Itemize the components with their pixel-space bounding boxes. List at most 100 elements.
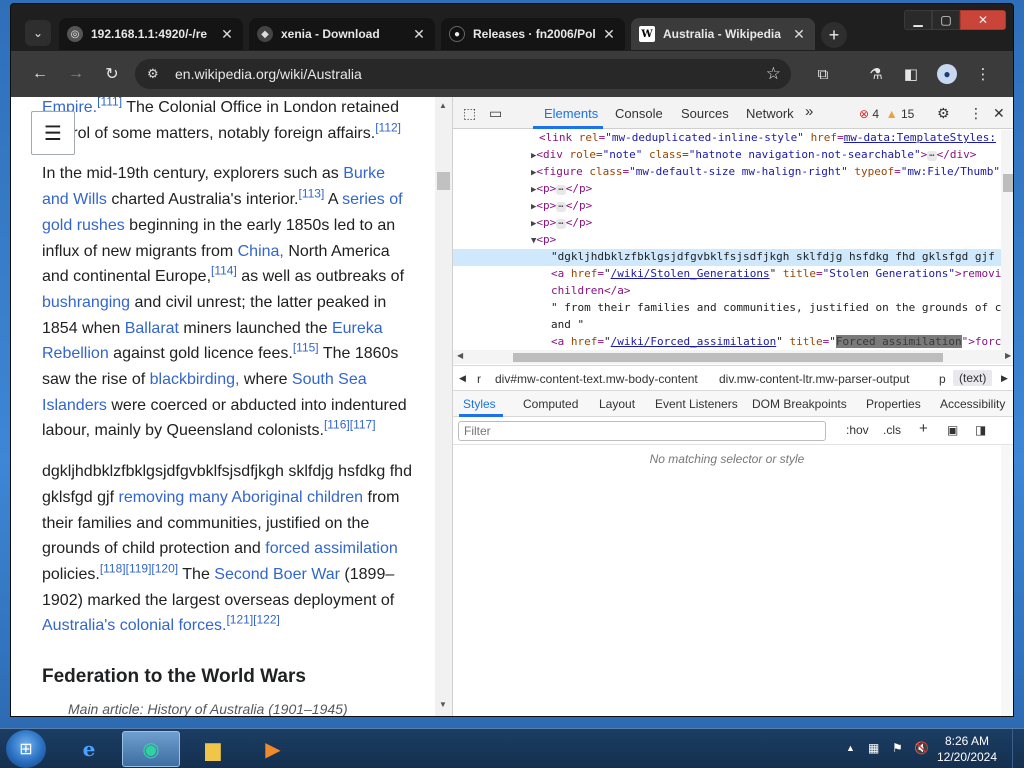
toggle-sidebar-icon[interactable]: ◨ bbox=[975, 423, 986, 437]
close-icon[interactable]: ✕ bbox=[601, 26, 617, 43]
show-desktop-button[interactable] bbox=[1012, 729, 1024, 768]
citation[interactable]: [116][117] bbox=[324, 418, 376, 432]
labs-flask-icon[interactable]: ⚗ bbox=[866, 64, 886, 84]
table-of-contents-button[interactable]: ☰ bbox=[31, 111, 75, 155]
breadcrumb-item[interactable]: div.mw-content-ltr.mw-parser-output bbox=[719, 372, 910, 386]
menu-kebab-icon[interactable]: ⋮ bbox=[973, 64, 993, 84]
settings-gear-icon[interactable]: ⚙ bbox=[937, 105, 950, 122]
bookmark-star-icon[interactable]: ☆ bbox=[766, 64, 781, 84]
paint-brush-icon[interactable]: ▣ bbox=[947, 423, 958, 437]
dom-node-expanded[interactable]: ▼<p> bbox=[531, 232, 1001, 250]
taskbar-media-player[interactable]: ▶ bbox=[244, 731, 302, 767]
close-icon[interactable]: ✕ bbox=[219, 26, 235, 43]
link-colonial-forces[interactable]: Australia's colonial forces. bbox=[42, 617, 226, 634]
dom-node[interactable]: ▶<p> ⋯ </p> bbox=[531, 215, 1001, 233]
subtab-layout[interactable]: Layout bbox=[599, 397, 635, 411]
page-scrollbar[interactable]: ▲ ▼ bbox=[435, 97, 452, 716]
network-icon[interactable]: ▦ bbox=[868, 741, 879, 755]
tab-xenia[interactable]: ◆ xenia - Download ✕ bbox=[249, 18, 435, 50]
url-text[interactable]: en.wikipedia.org/wiki/Australia bbox=[175, 66, 362, 82]
subtab-dom-breakpoints[interactable]: DOM Breakpoints bbox=[752, 397, 847, 411]
link-bushranging[interactable]: bushranging bbox=[42, 294, 130, 311]
subtab-event-listeners[interactable]: Event Listeners bbox=[655, 397, 738, 411]
scrollbar-thumb[interactable] bbox=[437, 172, 450, 190]
tab-sources[interactable]: Sources bbox=[681, 106, 729, 121]
subtab-computed[interactable]: Computed bbox=[523, 397, 578, 411]
system-clock[interactable]: 8:26 AM 12/20/2024 bbox=[932, 733, 1002, 765]
citation[interactable]: [115] bbox=[293, 341, 319, 355]
link-second-boer-war[interactable]: Second Boer War bbox=[214, 566, 340, 583]
citation[interactable]: [121][122] bbox=[226, 613, 279, 627]
scroll-up-icon[interactable]: ▲ bbox=[439, 101, 447, 110]
tab-console[interactable]: Console bbox=[615, 106, 663, 121]
tab-elements[interactable]: Elements bbox=[544, 106, 598, 121]
dom-node[interactable]: <a href="/wiki/Forced_assimilation" titl… bbox=[551, 334, 1001, 350]
scroll-right-icon[interactable]: ▶ bbox=[1005, 351, 1011, 360]
close-devtools-icon[interactable]: ✕ bbox=[993, 105, 1005, 122]
link-blackbirding[interactable]: blackbirding, bbox=[150, 371, 240, 388]
new-tab-button[interactable]: + bbox=[821, 22, 847, 48]
taskbar-browser[interactable]: ◉ bbox=[122, 731, 180, 767]
dom-tree[interactable]: <link rel="mw-deduplicated-inline-style"… bbox=[453, 130, 1001, 350]
dom-node[interactable]: ▶<figure class="mw-default-size mw-halig… bbox=[531, 164, 1001, 182]
scroll-left-icon[interactable]: ◀ bbox=[457, 351, 463, 360]
scrollbar-thumb[interactable] bbox=[1003, 174, 1013, 192]
citation[interactable]: [111] bbox=[97, 97, 122, 109]
scrollbar-thumb[interactable] bbox=[513, 353, 943, 362]
close-icon[interactable]: ✕ bbox=[411, 26, 427, 43]
hover-state-button[interactable]: :hov bbox=[846, 423, 869, 437]
breadcrumb-scroll-left-icon[interactable]: ◀ bbox=[459, 373, 466, 384]
profile-avatar[interactable]: ● bbox=[937, 64, 957, 84]
tray-expand-icon[interactable]: ▲ bbox=[846, 743, 855, 753]
tab-network[interactable]: Network bbox=[746, 106, 794, 121]
extensions-icon[interactable]: ⧉ bbox=[813, 64, 833, 84]
dom-tree-scrollbar[interactable] bbox=[1001, 130, 1013, 350]
link-stolen-generations[interactable]: removing many Aboriginal children bbox=[118, 489, 363, 506]
address-bar[interactable]: ⚙ en.wikipedia.org/wiki/Australia ☆ bbox=[135, 59, 791, 89]
issues-counter[interactable]: ⊗ 4 ▲ 15 bbox=[859, 107, 914, 121]
breadcrumb-item[interactable]: r bbox=[477, 372, 481, 386]
breadcrumb-item[interactable]: p bbox=[939, 372, 946, 386]
citation[interactable]: [118][119][120] bbox=[100, 562, 178, 576]
link-forced-assimilation[interactable]: forced assimilation bbox=[265, 540, 398, 557]
class-toggle-button[interactable]: .cls bbox=[883, 423, 901, 437]
site-settings-icon[interactable]: ⚙ bbox=[147, 66, 159, 82]
breadcrumb-item-current[interactable]: (text) bbox=[953, 370, 993, 386]
dom-tree-hscrollbar[interactable]: ◀ ▶ bbox=[453, 350, 1013, 364]
citation[interactable]: [114] bbox=[211, 264, 237, 278]
scroll-down-icon[interactable]: ▼ bbox=[439, 700, 447, 709]
subtab-accessibility[interactable]: Accessibility bbox=[940, 397, 1005, 411]
reload-button[interactable]: ↻ bbox=[101, 63, 123, 85]
close-icon[interactable]: ✕ bbox=[791, 26, 807, 43]
dom-node[interactable]: ▶<div role="note" class="hatnote navigat… bbox=[531, 147, 1001, 165]
breadcrumb-item[interactable]: div#mw-content-text.mw-body-content bbox=[495, 372, 698, 386]
volume-muted-icon[interactable]: 🔇 bbox=[914, 741, 929, 755]
tab-github-releases[interactable]: ● Releases · fn2006/Pol ✕ bbox=[441, 18, 625, 50]
device-toolbar-icon[interactable]: ▭ bbox=[489, 105, 502, 122]
dom-node[interactable]: and " bbox=[551, 317, 1001, 334]
side-panel-icon[interactable]: ◧ bbox=[901, 64, 921, 84]
styles-scrollbar[interactable] bbox=[1001, 445, 1013, 716]
action-center-flag-icon[interactable]: ⚑ bbox=[892, 741, 903, 755]
back-button[interactable]: ← bbox=[29, 63, 51, 85]
tab-search-button[interactable]: ⌄ bbox=[25, 20, 51, 46]
subtab-properties[interactable]: Properties bbox=[866, 397, 921, 411]
citation[interactable]: [112] bbox=[375, 120, 401, 134]
subtab-styles[interactable]: Styles bbox=[463, 397, 496, 411]
new-style-rule-icon[interactable]: + bbox=[919, 420, 928, 437]
dom-node[interactable]: " from their families and communities, j… bbox=[551, 300, 1001, 317]
styles-filter-input[interactable] bbox=[458, 421, 826, 441]
citation[interactable]: [113] bbox=[299, 187, 325, 201]
link-ballarat[interactable]: Ballarat bbox=[125, 320, 179, 337]
dom-node[interactable]: <link rel="mw-deduplicated-inline-style"… bbox=[539, 130, 1001, 147]
taskbar-internet-explorer[interactable]: e bbox=[60, 731, 118, 767]
dom-node[interactable]: children</a> bbox=[551, 283, 1001, 300]
forward-button[interactable]: → bbox=[65, 63, 87, 85]
taskbar-file-explorer[interactable]: ▆ bbox=[184, 731, 242, 767]
link-china[interactable]: China, bbox=[238, 243, 284, 260]
dom-node[interactable]: <a href="/wiki/Stolen_Generations" title… bbox=[551, 266, 1001, 283]
tab-router[interactable]: ◎ 192.168.1.1:4920/-/re ✕ bbox=[59, 18, 243, 50]
dom-node[interactable]: ▶<p> ⋯ </p> bbox=[531, 181, 1001, 199]
tab-wikipedia-australia[interactable]: W Australia - Wikipedia ✕ bbox=[631, 18, 815, 50]
devtools-menu-icon[interactable]: ⋮ bbox=[969, 105, 983, 122]
